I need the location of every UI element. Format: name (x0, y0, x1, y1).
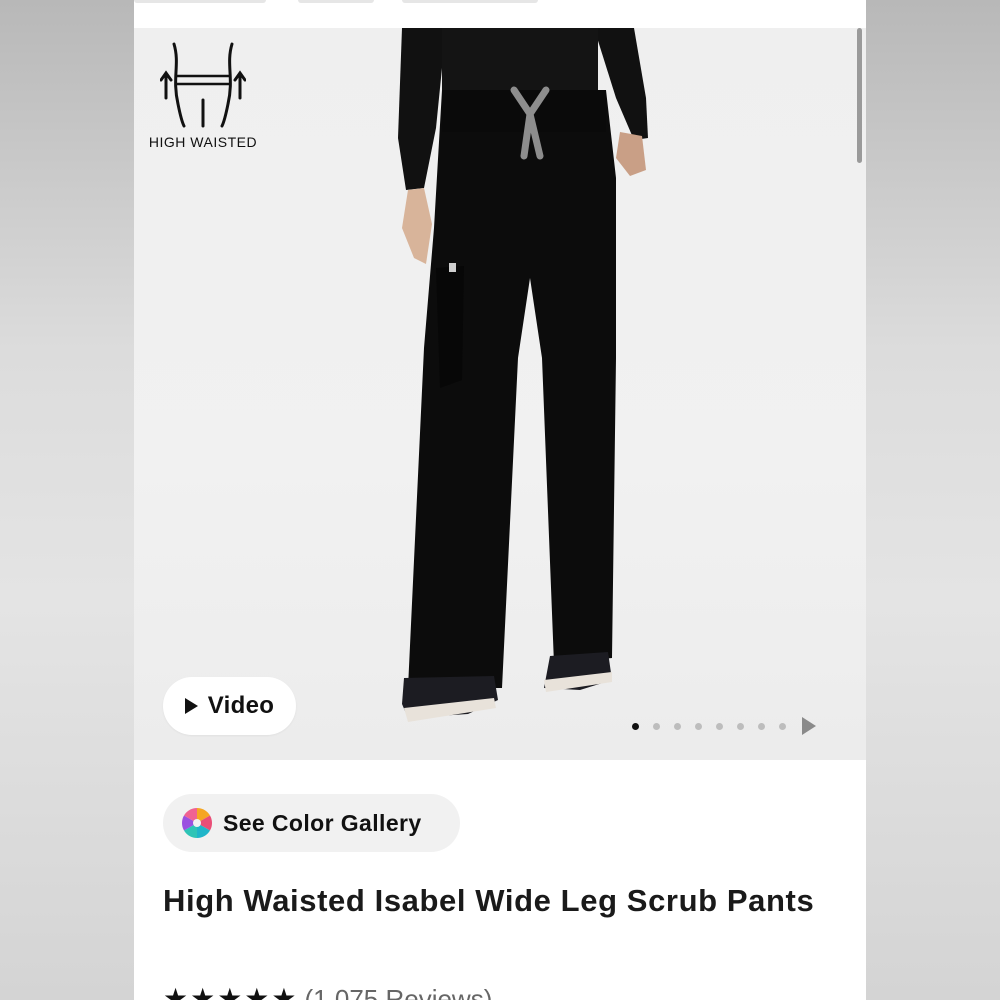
high-waisted-label: HIGH WAISTED (148, 134, 258, 150)
product-title: High Waisted Isabel Wide Leg Scrub Pants (163, 883, 815, 918)
carousel-dot[interactable] (716, 722, 723, 730)
next-arrow-icon[interactable] (802, 717, 816, 735)
carousel-dot[interactable] (779, 722, 786, 730)
top-tab[interactable] (402, 0, 538, 3)
product-photo[interactable] (384, 28, 674, 760)
left-hand (402, 188, 432, 264)
carousel-dot[interactable] (632, 722, 639, 730)
top-tab-strip (134, 0, 866, 28)
carousel-dot[interactable] (695, 722, 702, 730)
right-hand (616, 132, 646, 176)
play-icon (184, 698, 198, 714)
top-tab[interactable] (298, 0, 374, 3)
carousel-pagination[interactable] (632, 717, 816, 735)
scrub-pants (408, 90, 616, 688)
high-waist-icon (160, 42, 246, 128)
see-color-gallery-label: See Color Gallery (223, 809, 422, 836)
cargo-pocket (436, 266, 464, 388)
scrollbar[interactable] (857, 28, 862, 163)
top-tab[interactable] (134, 0, 266, 3)
left-background (0, 0, 134, 1000)
brand-tag (449, 263, 456, 272)
video-label: Video (207, 692, 275, 719)
see-color-gallery-button[interactable]: See Color Gallery (163, 794, 460, 852)
high-waisted-badge: HIGH WAISTED (138, 40, 268, 150)
color-wheel-icon (181, 808, 213, 838)
phone-screen: HIGH WAISTED Video See Color Gallery Hig… (134, 0, 866, 1000)
product-image-carousel[interactable]: HIGH WAISTED Video (134, 28, 866, 760)
right-background (866, 0, 1000, 1000)
review-count[interactable]: (1,075 Reviews) (305, 985, 493, 1000)
top-torso (442, 28, 598, 98)
carousel-dot[interactable] (674, 722, 681, 730)
rating-stars: ★★★★★ (163, 983, 299, 1000)
carousel-dot[interactable] (653, 722, 660, 730)
product-rating[interactable]: ★★★★★ (1,075 Reviews) (163, 985, 492, 1000)
carousel-dot[interactable] (737, 722, 744, 730)
video-button[interactable]: Video (163, 677, 296, 735)
carousel-dot[interactable] (758, 722, 765, 730)
